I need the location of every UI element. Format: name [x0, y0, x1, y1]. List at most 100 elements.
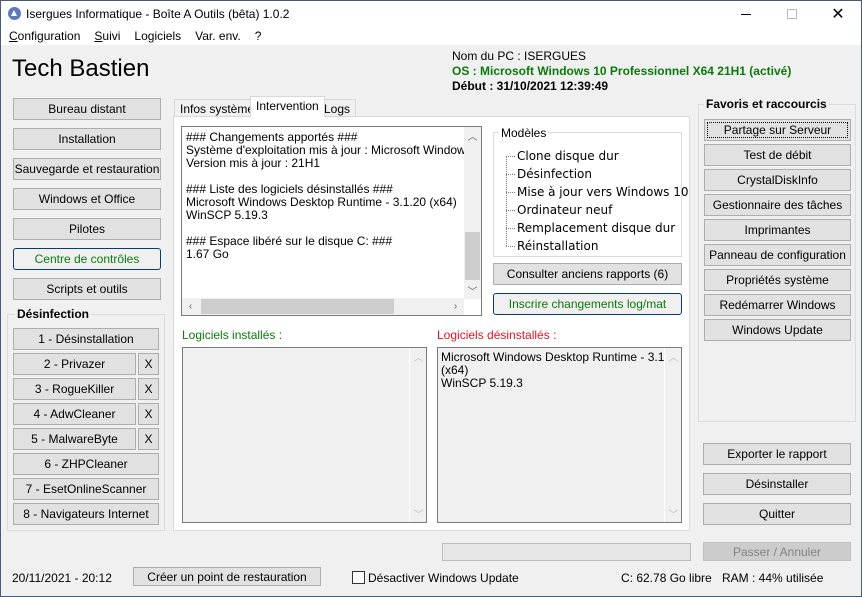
report-hscrollbar[interactable]: ‹ › [182, 298, 464, 315]
nav-windows-office[interactable]: Windows et Office [13, 188, 161, 210]
app-logo-icon [8, 7, 21, 20]
fav-redemarrer-windows[interactable]: Redémarrer Windows [704, 294, 851, 316]
report-vscrollbar[interactable]: ︿ ﹀ [464, 127, 481, 299]
uninstalled-label: Logiciels désinstallés : [437, 328, 557, 342]
disinfection-title: Désinfection [15, 307, 92, 321]
menu-suivi[interactable]: Suivi [94, 27, 120, 45]
scroll-down-icon[interactable]: ﹀ [665, 505, 681, 522]
report-text: ### Changements apportés ### Système d'e… [186, 131, 466, 261]
disable-windows-update-label[interactable]: Désactiver Windows Update [368, 571, 519, 585]
old-reports-button[interactable]: Consulter anciens rapports (6) [493, 263, 682, 285]
scroll-right-icon[interactable]: › [447, 298, 464, 315]
installed-listbox[interactable]: ︿ ﹀ [182, 347, 427, 523]
nav-bureau-distant[interactable]: Bureau distant [13, 98, 161, 120]
close-button[interactable]: ✕ [815, 1, 861, 27]
nav-scripts-outils[interactable]: Scripts et outils [13, 278, 161, 300]
template-item[interactable]: Ordinateur neuf [517, 201, 612, 219]
maximize-icon [787, 9, 797, 19]
favorites-title: Favoris et raccourcis [704, 97, 829, 111]
remove-adwcleaner-button[interactable]: X [138, 403, 159, 425]
disinfection-desinstallation[interactable]: 1 - Désinstallation [13, 328, 159, 350]
tree-connector [506, 174, 515, 175]
disable-windows-update-checkbox[interactable] [352, 571, 365, 584]
nav-centre-controles[interactable]: Centre de contrôles [13, 248, 161, 270]
uninstalled-listbox[interactable]: Microsoft Windows Desktop Runtime - 3.1.… [437, 347, 682, 523]
templates-title: Modèles [499, 126, 549, 140]
fav-test-debit[interactable]: Test de débit [704, 144, 851, 166]
start-time: Début : 31/10/2021 12:39:49 [452, 79, 609, 93]
remove-malwarebyte-button[interactable]: X [138, 428, 159, 450]
scroll-up-icon[interactable]: ︿ [665, 348, 681, 365]
technician-name: Tech Bastien [12, 55, 150, 82]
tab-infos-systeme[interactable]: Infos système [174, 99, 261, 117]
restore-point-button[interactable]: Créer un point de restauration [133, 567, 321, 586]
disk-free-space: C: 62.78 Go libre [621, 571, 712, 585]
template-item[interactable]: Désinfection [517, 165, 592, 183]
template-item[interactable]: Clone disque dur [517, 147, 619, 165]
menu-mnemonic: C [9, 29, 18, 43]
tab-intervention[interactable]: Intervention [250, 96, 325, 117]
scroll-down-icon[interactable]: ﹀ [464, 282, 481, 299]
menu-label: uivi [102, 29, 121, 43]
report-vscroll-thumb[interactable] [465, 232, 480, 280]
remove-privazer-button[interactable]: X [138, 353, 159, 375]
uninstall-button[interactable]: Désinstaller [703, 473, 851, 495]
fav-gestionnaire-taches[interactable]: Gestionnaire des tâches [704, 194, 851, 216]
uninstalled-vscrollbar[interactable]: ︿ ﹀ [664, 348, 681, 522]
maximize-button[interactable] [769, 1, 815, 27]
fav-panneau-configuration[interactable]: Panneau de configuration [704, 244, 851, 266]
minimize-icon [741, 13, 751, 15]
tree-connector [506, 228, 515, 229]
scroll-up-icon[interactable]: ︿ [464, 127, 481, 144]
ram-usage: RAM : 44% utilisée [722, 571, 824, 585]
progress-bar [442, 543, 691, 561]
pc-name: Nom du PC : ISERGUES [452, 49, 587, 63]
scroll-down-icon[interactable]: ﹀ [410, 505, 426, 522]
quit-button[interactable]: Quitter [703, 503, 851, 525]
scroll-left-icon[interactable]: ‹ [182, 298, 199, 315]
disinfection-navigateurs[interactable]: 8 - Navigateurs Internet [13, 503, 159, 525]
fav-partage-serveur[interactable]: Partage sur Serveur [704, 119, 851, 141]
report-textbox[interactable]: ### Changements apportés ### Système d'e… [181, 126, 482, 316]
remove-roguekiller-button[interactable]: X [138, 378, 159, 400]
app-window: Isergues Informatique - Boîte A Outils (… [0, 0, 862, 597]
disinfection-esetonlinescanner[interactable]: 7 - EsetOnlineScanner [13, 478, 159, 500]
os-info: OS : Microsoft Windows 10 Professionnel … [452, 64, 792, 78]
disinfection-roguekiller[interactable]: 3 - RogueKiller [13, 378, 136, 400]
fav-windows-update[interactable]: Windows Update [704, 319, 851, 341]
menu-configuration[interactable]: Configuration [9, 27, 80, 45]
export-report-button[interactable]: Exporter le rapport [703, 443, 851, 465]
installed-label: Logiciels installés : [182, 328, 283, 342]
fav-crystaldiskinfo[interactable]: CrystalDiskInfo [704, 169, 851, 191]
pc-info: Nom du PC : ISERGUES OS : Microsoft Wind… [452, 49, 791, 94]
fav-imprimantes[interactable]: Imprimantes [704, 219, 851, 241]
nav-pilotes[interactable]: Pilotes [13, 218, 161, 240]
close-icon: ✕ [831, 6, 845, 23]
menu-logiciels[interactable]: Logiciels [134, 27, 181, 45]
nav-sauvegarde[interactable]: Sauvegarde et restauration [13, 158, 161, 180]
report-hscroll-thumb[interactable] [201, 299, 394, 314]
template-item[interactable]: Réinstallation [517, 237, 598, 255]
window-title: Isergues Informatique - Boîte A Outils (… [26, 7, 290, 21]
menu-label: onfiguration [17, 29, 81, 43]
template-item[interactable]: Mise à jour vers Windows 10 [517, 183, 688, 201]
current-datetime: 20/11/2021 - 20:12 [12, 571, 112, 585]
fav-proprietes-systeme[interactable]: Propriétés système [704, 269, 851, 291]
disinfection-zhpcleaner[interactable]: 6 - ZHPCleaner [13, 453, 159, 475]
skip-cancel-button[interactable]: Passer / Annuler [703, 542, 851, 561]
menu-bar: Configuration Suivi Logiciels Var. env. … [1, 27, 861, 45]
installed-vscrollbar[interactable]: ︿ ﹀ [409, 348, 426, 522]
disinfection-malwarebyte[interactable]: 5 - MalwareByte [13, 428, 136, 450]
menu-help[interactable]: ? [255, 27, 262, 45]
disinfection-adwcleaner[interactable]: 4 - AdwCleaner [13, 403, 136, 425]
menu-var-env[interactable]: Var. env. [195, 27, 241, 45]
nav-installation[interactable]: Installation [13, 128, 161, 150]
template-item[interactable]: Remplacement disque dur [517, 219, 675, 237]
disinfection-privazer[interactable]: 2 - Privazer [13, 353, 136, 375]
scroll-up-icon[interactable]: ︿ [410, 348, 426, 365]
uninstalled-items: Microsoft Windows Desktop Runtime - 3.1.… [441, 350, 681, 390]
title-bar: Isergues Informatique - Boîte A Outils (… [1, 1, 861, 27]
minimize-button[interactable] [723, 1, 769, 27]
tree-connector [506, 246, 515, 247]
log-changes-button[interactable]: Inscrire changements log/mat [493, 293, 682, 315]
